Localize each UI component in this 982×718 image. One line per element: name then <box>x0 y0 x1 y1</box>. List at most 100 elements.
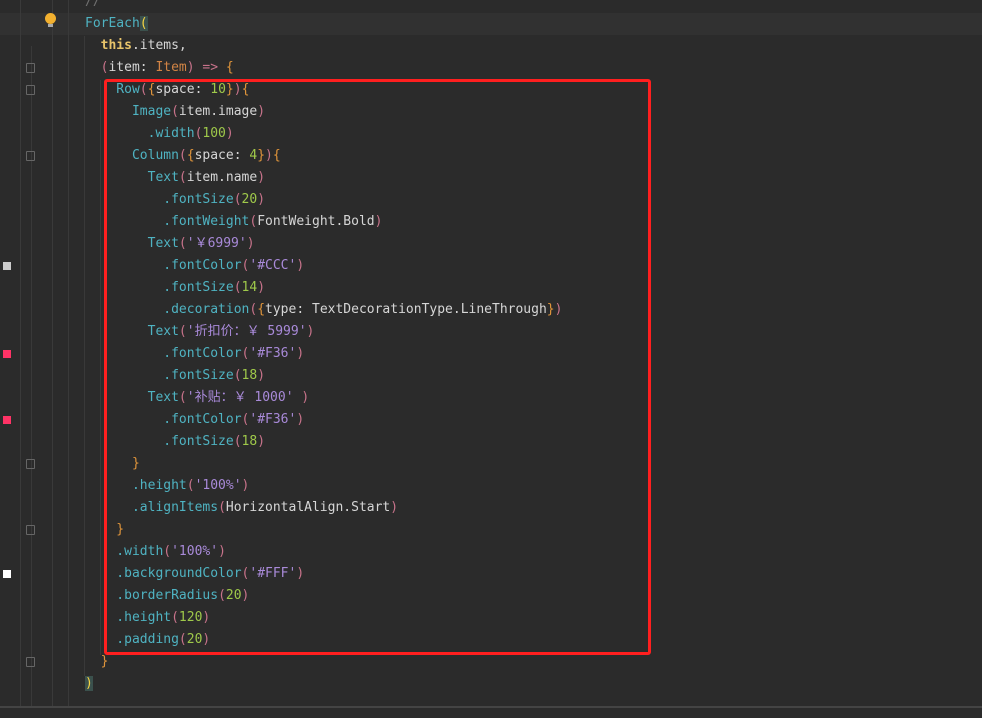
color-swatch-icon[interactable] <box>3 416 11 424</box>
code-line[interactable]: .fontColor('#F36') <box>0 343 982 365</box>
code-token: '#F36' <box>249 346 297 361</box>
code-text: Text('折扣价：￥ 5999') <box>85 321 315 343</box>
fold-toggle-icon[interactable] <box>26 657 35 667</box>
code-token: HorizontalAlign.Start <box>225 500 391 515</box>
code-text: .alignItems(HorizontalAlign.Start) <box>85 497 398 519</box>
code-line[interactable]: ) <box>0 673 982 695</box>
code-token: .width <box>85 544 164 559</box>
code-token: ForEach <box>85 16 140 31</box>
code-line[interactable]: .fontSize(14) <box>0 277 982 299</box>
code-line[interactable]: .fontSize(18) <box>0 365 982 387</box>
code-line[interactable]: .padding(20) <box>0 629 982 651</box>
code-token: ( <box>233 434 242 449</box>
code-token: ( <box>186 478 195 493</box>
code-token: } <box>257 148 266 163</box>
code-line[interactable]: Image(item.image) <box>0 101 982 123</box>
code-token: ) <box>202 610 211 625</box>
code-text: this.items, <box>85 35 187 57</box>
fold-toggle-icon[interactable] <box>26 85 35 95</box>
code-line[interactable]: .fontSize(20) <box>0 189 982 211</box>
code-token: .fontSize <box>85 192 234 207</box>
code-token: '100%' <box>171 544 219 559</box>
code-line[interactable]: .height(120) <box>0 607 982 629</box>
fold-toggle-icon[interactable] <box>26 459 35 469</box>
code-token: ) <box>257 434 266 449</box>
code-token: .height <box>85 610 172 625</box>
code-line[interactable]: .height('100%') <box>0 475 982 497</box>
code-token: ) <box>257 104 266 119</box>
code-text: .fontSize(18) <box>85 431 265 453</box>
code-line[interactable]: Text('￥6999') <box>0 233 982 255</box>
code-token: '#F36' <box>249 412 297 427</box>
code-token: ( <box>233 192 242 207</box>
code-token: ) <box>296 258 305 273</box>
code-token: item.name <box>186 170 258 185</box>
lightbulb-icon[interactable] <box>45 13 56 27</box>
code-token: .fontSize <box>85 434 234 449</box>
code-line[interactable]: // <box>0 0 982 13</box>
code-token: '￥6999' <box>186 236 247 251</box>
code-token: ) <box>554 302 563 317</box>
code-line[interactable]: this.items, <box>0 35 982 57</box>
code-text: Text('￥6999') <box>85 233 255 255</box>
code-text: } <box>85 453 140 475</box>
fold-toggle-icon[interactable] <box>26 525 35 535</box>
code-line[interactable]: .decoration({type: TextDecorationType.Li… <box>0 299 982 321</box>
code-line[interactable]: .fontWeight(FontWeight.Bold) <box>0 211 982 233</box>
code-line[interactable]: .fontSize(18) <box>0 431 982 453</box>
color-swatch-icon[interactable] <box>3 262 11 270</box>
code-line[interactable]: } <box>0 519 982 541</box>
fold-guide <box>31 46 32 706</box>
code-token: type: TextDecorationType.LineThrough <box>265 302 547 317</box>
code-token: } <box>85 522 125 537</box>
code-token: ( <box>178 236 187 251</box>
code-line[interactable]: (item: Item) => { <box>0 57 982 79</box>
code-line[interactable]: Text('补贴：￥ 1000' ) <box>0 387 982 409</box>
indent-guide <box>84 36 85 676</box>
code-text: Image(item.image) <box>85 101 265 123</box>
code-line[interactable]: } <box>0 651 982 673</box>
code-line[interactable]: .alignItems(HorizontalAlign.Start) <box>0 497 982 519</box>
code-line[interactable]: .fontColor('#F36') <box>0 409 982 431</box>
code-line[interactable]: Text('折扣价：￥ 5999') <box>0 321 982 343</box>
code-line[interactable]: Text(item.name) <box>0 167 982 189</box>
code-line[interactable]: Row({space: 10}){ <box>0 79 982 101</box>
code-token: ( <box>218 500 226 515</box>
code-line[interactable]: ForEach( <box>0 13 982 35</box>
fold-toggle-icon[interactable] <box>26 63 35 73</box>
code-line[interactable]: } <box>0 453 982 475</box>
code-token: .fontColor <box>85 346 242 361</box>
color-swatch-icon[interactable] <box>3 570 11 578</box>
code-editor[interactable]: ) } .padding(20) .height(120) .borderRad… <box>0 0 982 706</box>
fold-toggle-icon[interactable] <box>26 151 35 161</box>
code-line[interactable]: .backgroundColor('#FFF') <box>0 563 982 585</box>
code-token: ) <box>293 390 310 405</box>
code-token: FontWeight.Bold <box>257 214 375 229</box>
code-token: ) <box>257 192 266 207</box>
code-token: item.image <box>178 104 258 119</box>
code-text: .padding(20) <box>85 629 210 651</box>
code-token: ) <box>257 280 266 295</box>
code-token: ) <box>246 236 255 251</box>
code-token: ) <box>390 500 399 515</box>
code-token: ) <box>296 412 305 427</box>
code-text: ) <box>85 673 93 695</box>
code-token: } <box>85 456 140 471</box>
code-token: this <box>85 38 132 53</box>
code-token: { <box>272 148 281 163</box>
code-line[interactable]: .width(100) <box>0 123 982 145</box>
code-token: ) <box>306 324 315 339</box>
code-line[interactable]: .fontColor('#CCC') <box>0 255 982 277</box>
code-token: ) <box>233 82 242 97</box>
code-token: ( <box>178 390 187 405</box>
code-line[interactable]: .borderRadius(20) <box>0 585 982 607</box>
code-token: ) <box>218 544 226 559</box>
code-line[interactable]: .width('100%') <box>0 541 982 563</box>
color-swatch-icon[interactable] <box>3 350 11 358</box>
code-token: '折扣价：￥ 5999' <box>186 324 307 339</box>
code-token: ) <box>265 148 273 163</box>
code-line[interactable]: Column({space: 4}){ <box>0 145 982 167</box>
code-text: .backgroundColor('#FFF') <box>85 563 304 585</box>
code-token: ) <box>296 566 305 581</box>
code-token: .alignItems <box>85 500 219 515</box>
